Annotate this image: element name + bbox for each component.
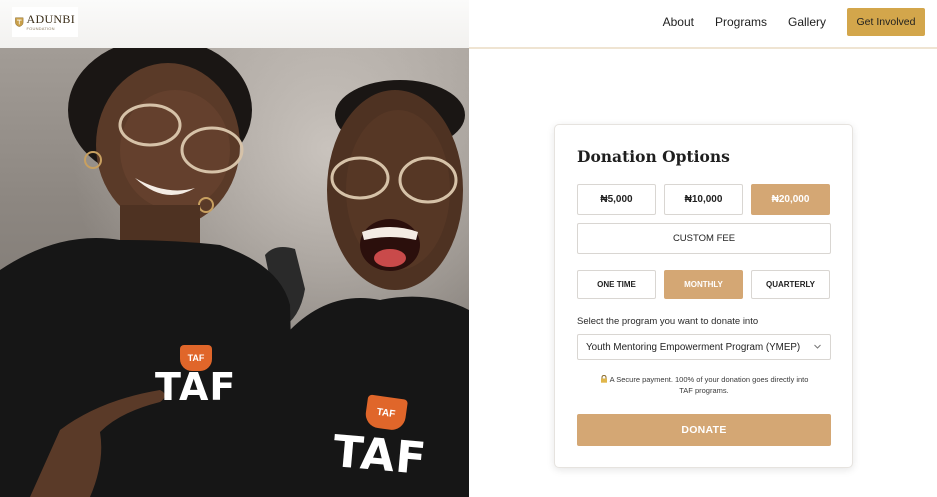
donate-button[interactable]: DONATE bbox=[577, 414, 831, 446]
logo-text: ADUNBI bbox=[26, 12, 75, 26]
get-involved-button[interactable]: Get Involved bbox=[847, 8, 925, 36]
custom-fee-button[interactable]: CUSTOM FEE bbox=[577, 223, 831, 254]
program-select-label: Select the program you want to donate in… bbox=[577, 316, 759, 327]
program-select-value: Youth Mentoring Empowerment Program (YME… bbox=[586, 341, 801, 353]
secure-payment-note: A Secure payment. 100% of your donation … bbox=[577, 375, 831, 397]
program-select[interactable]: Youth Mentoring Empowerment Program (YME… bbox=[577, 334, 831, 360]
header-divider bbox=[469, 47, 937, 49]
shirt-badge-text: TAF bbox=[187, 353, 205, 363]
donation-card: Donation Options ₦5,000 ₦10,000 ₦20,000 … bbox=[554, 124, 853, 468]
logo-subtext: FOUNDATION bbox=[26, 26, 55, 31]
shirt-text-left: TAF bbox=[155, 365, 237, 409]
shirt-badge-text: TAF bbox=[375, 406, 397, 420]
frequency-monthly[interactable]: MONTHLY bbox=[664, 270, 743, 299]
hero-photo: TAF TAF TAF TAF bbox=[0, 0, 469, 497]
amount-option-10000[interactable]: ₦10,000 bbox=[664, 184, 743, 215]
amount-option-5000[interactable]: ₦5,000 bbox=[577, 184, 656, 215]
nav-programs[interactable]: Programs bbox=[715, 15, 767, 29]
secure-note-line2: TAF programs. bbox=[679, 385, 729, 395]
frequency-one-time[interactable]: ONE TIME bbox=[577, 270, 656, 299]
logo-wordmark: ADUNBI FOUNDATION bbox=[27, 13, 75, 31]
secure-note-line1: A Secure payment. 100% of your donation … bbox=[609, 375, 809, 384]
site-logo[interactable]: ADUNBI FOUNDATION bbox=[12, 7, 78, 37]
site-header: ADUNBI FOUNDATION About Programs Gallery… bbox=[0, 0, 937, 49]
nav-about[interactable]: About bbox=[663, 15, 694, 29]
nav-gallery[interactable]: Gallery bbox=[788, 15, 826, 29]
main-nav: About Programs Gallery Get Involved bbox=[663, 8, 925, 36]
frequency-quarterly[interactable]: QUARTERLY bbox=[751, 270, 830, 299]
donation-title: Donation Options bbox=[577, 147, 730, 166]
shirt-text-right: TAF bbox=[330, 426, 429, 485]
crest-icon bbox=[15, 17, 24, 27]
amount-option-20000[interactable]: ₦20,000 bbox=[751, 184, 830, 215]
lock-icon bbox=[600, 375, 607, 383]
chevron-down-icon bbox=[814, 344, 821, 349]
